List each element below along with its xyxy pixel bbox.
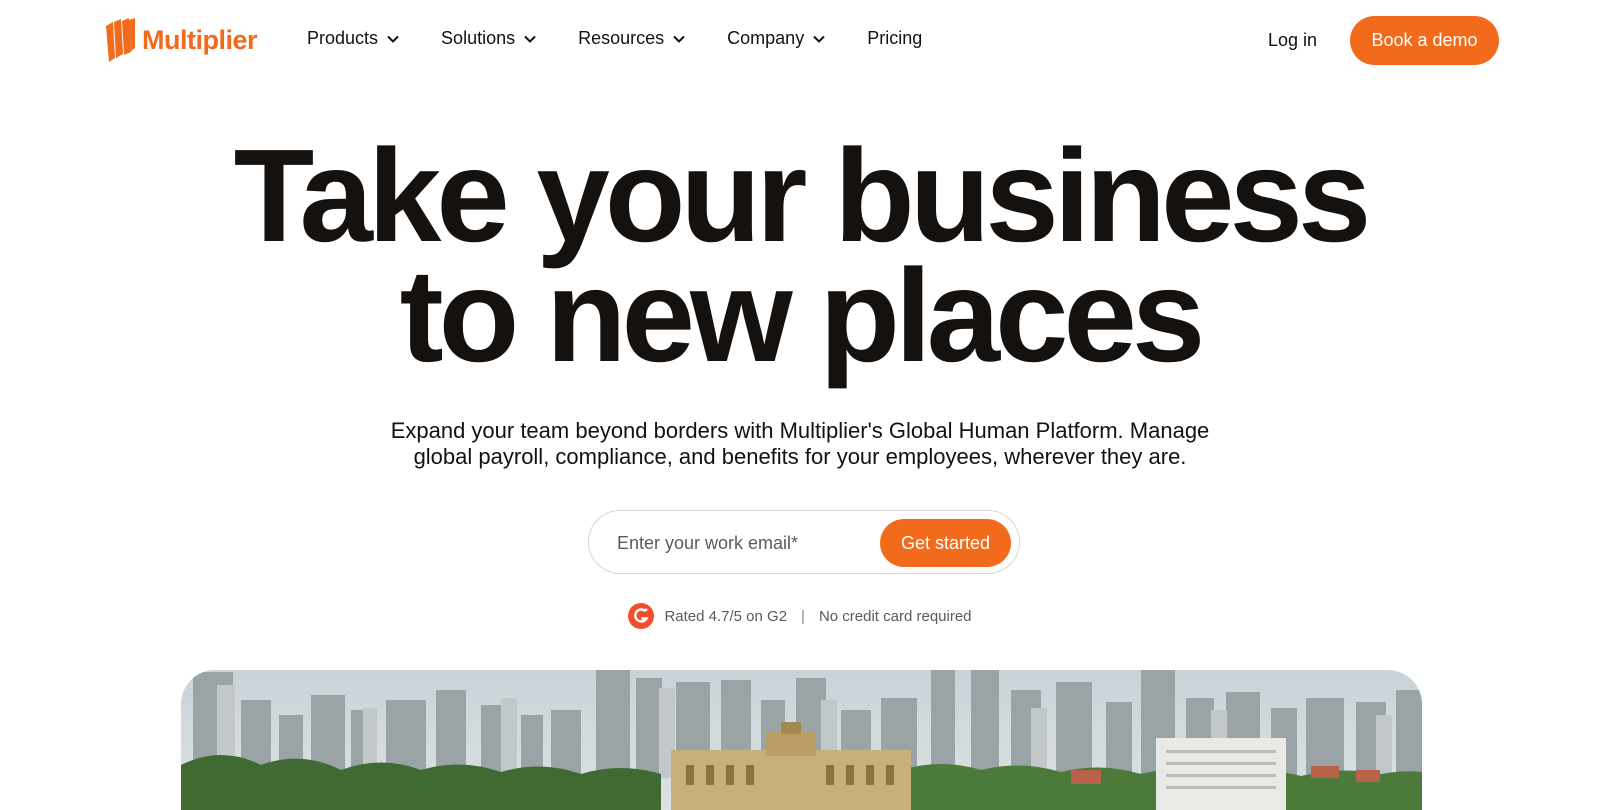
get-started-button[interactable]: Get started [880,519,1011,567]
nav-solutions[interactable]: Solutions [441,28,536,49]
signup-form: Get started [588,510,1020,574]
top-navigation: Multiplier Products Solutions Resources … [0,0,1600,82]
book-demo-button[interactable]: Book a demo [1350,16,1499,65]
nav-solutions-label: Solutions [441,28,516,48]
nav-pricing[interactable]: Pricing [867,28,922,49]
g2-rating-text: Rated 4.7/5 on G2 [664,607,788,625]
main-menu: Products Solutions Resources Company Pri… [307,28,922,49]
chevron-down-icon [813,35,825,43]
login-link[interactable]: Log in [1268,30,1317,51]
logo-wordmark: Multiplier [142,24,258,55]
chevron-down-icon [524,35,536,43]
no-credit-card-text: No credit card required [818,607,972,625]
hero-subtitle: Expand your team beyond borders with Mul… [0,418,1600,470]
work-email-input[interactable] [615,527,879,559]
nav-pricing-label: Pricing [867,28,923,48]
multiplier-logo[interactable]: Multiplier [104,18,258,62]
skyline-illustration [181,670,1422,810]
hero-heading-line-1: Take your business [233,122,1372,269]
trust-badges: Rated 4.7/5 on G2 | No credit card requi… [0,603,1600,629]
nav-company[interactable]: Company [727,28,825,49]
nav-resources[interactable]: Resources [578,28,685,49]
nav-company-label: Company [727,28,805,48]
hero-heading: Take your business to new places [0,122,1600,389]
chevron-down-icon [387,35,399,43]
trust-separator: | [801,607,805,625]
multiplier-logo-icon [106,18,135,62]
nav-products[interactable]: Products [307,28,399,49]
nav-products-label: Products [307,28,379,48]
hero-subtitle-line-2: global payroll, compliance, and benefits… [413,444,1187,469]
g2-logo-icon [628,603,655,629]
nav-resources-label: Resources [578,28,665,48]
hero-heading-line-2: to new places [399,242,1206,389]
city-skyline-photo [181,670,1422,810]
hero-subtitle-line-1: Expand your team beyond borders with Mul… [390,418,1210,443]
chevron-down-icon [673,35,685,43]
